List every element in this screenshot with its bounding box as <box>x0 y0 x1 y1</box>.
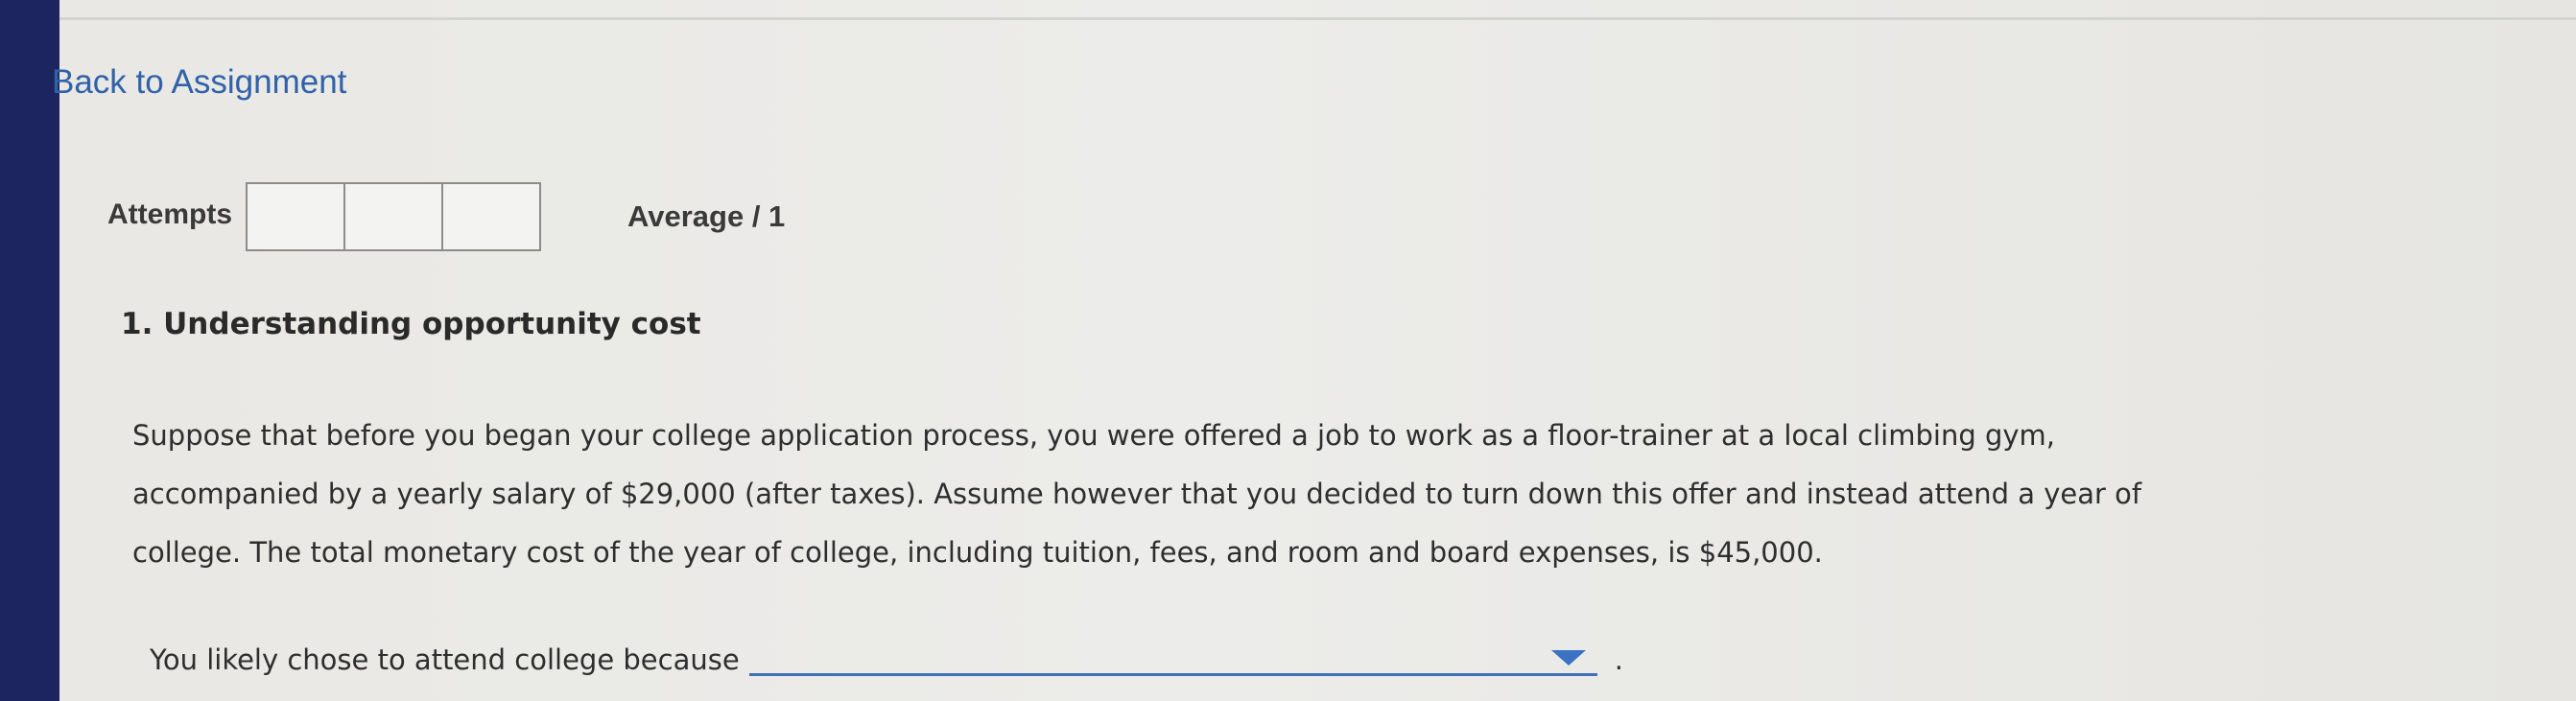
answer-prompt: You likely chose to attend college becau… <box>150 643 740 676</box>
average-score: Average / 1 <box>627 199 786 233</box>
top-divider <box>59 17 2576 20</box>
back-to-assignment-link[interactable]: Back to Assignment <box>52 63 346 102</box>
answer-row: You likely chose to attend college becau… <box>150 635 1623 676</box>
answer-dropdown[interactable] <box>748 635 1597 676</box>
assignment-page: Back to Assignment Attempts Average / 1 … <box>52 0 2576 701</box>
question-body-line: Suppose that before you began your colle… <box>132 419 2055 452</box>
attempt-boxes <box>246 182 541 251</box>
question-title: 1. Understanding opportunity cost <box>121 307 701 341</box>
attempt-box <box>345 184 443 249</box>
question-body-line: accompanied by a yearly salary of $29,00… <box>132 478 2142 510</box>
question-body-line: college. The total monetary cost of the … <box>132 536 1823 569</box>
attempt-box <box>443 184 539 249</box>
answer-suffix: . <box>1614 643 1623 676</box>
attempts-label: Attempts <box>107 199 233 230</box>
dropdown-caret-icon[interactable] <box>1550 650 1586 666</box>
attempt-box <box>248 184 345 249</box>
question-body: Suppose that before you began your colle… <box>132 407 2358 582</box>
left-sidebar <box>0 0 67 701</box>
